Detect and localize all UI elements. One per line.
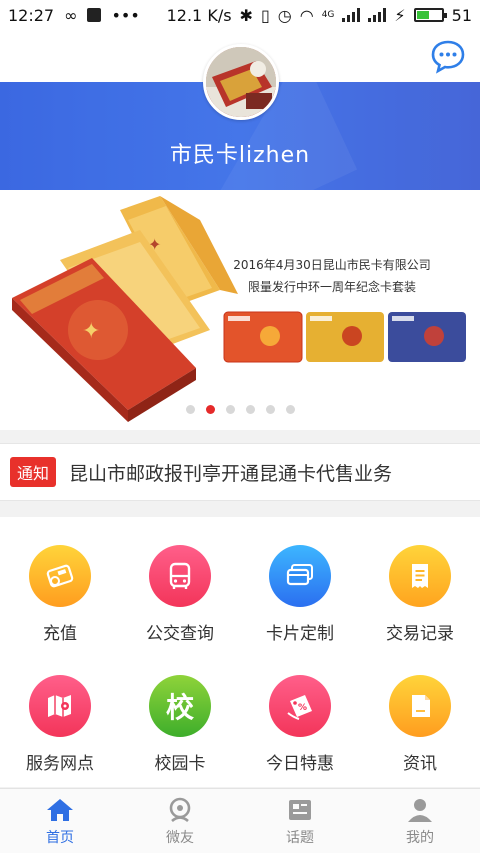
chat-bubble-icon[interactable] <box>430 38 466 74</box>
banner-dot[interactable] <box>225 405 235 414</box>
service-campus[interactable]: 校 校园卡 <box>120 675 240 774</box>
banner-image: ✦ ✦ <box>12 196 466 422</box>
service-label: 公交查询 <box>146 624 214 644</box>
notification-icon <box>87 8 102 22</box>
service-bus[interactable]: 公交查询 <box>120 545 240 644</box>
service-card-custom[interactable]: 卡片定制 <box>240 545 360 644</box>
svg-text:%: % <box>298 703 307 713</box>
friends-icon <box>169 797 191 823</box>
map-icon <box>29 675 91 737</box>
receipt-icon <box>389 545 451 607</box>
campus-glyph: 校 <box>165 691 194 724</box>
service-label: 资讯 <box>403 754 437 774</box>
news-icon <box>389 675 451 737</box>
service-recharge[interactable]: 充值 <box>0 545 120 644</box>
infinity-icon: ∞ <box>64 5 78 25</box>
tab-topics-label: 话题 <box>286 830 314 846</box>
service-label: 充值 <box>43 624 77 644</box>
promo-banner[interactable]: ✦ ✦ 2016年4月30日昆山市民卡有限公司 限量发行中环一周年纪念卡套装 <box>0 190 480 430</box>
banner-pagination[interactable] <box>0 405 480 414</box>
tab-profile[interactable]: 我的 <box>360 789 480 853</box>
signal2-icon <box>368 8 387 22</box>
user-avatar[interactable] <box>203 44 279 120</box>
card-custom-icon <box>269 545 331 607</box>
service-news[interactable]: 资讯 <box>360 675 480 774</box>
recharge-icon <box>29 545 91 607</box>
service-label: 校园卡 <box>154 754 206 774</box>
banner-dot[interactable] <box>205 405 215 414</box>
alarm-icon: ◷ <box>277 5 292 25</box>
banner-line-1: 2016年4月30日昆山市民卡有限公司 <box>233 258 431 272</box>
notice-text[interactable]: 昆山市邮政报刊亭开通昆通卡代售业务 <box>69 459 392 486</box>
signal-icon <box>342 8 361 22</box>
bluetooth-icon: ✱ <box>239 5 253 25</box>
vibrate-icon: ▯ <box>260 5 270 25</box>
banner-dot[interactable] <box>185 405 195 414</box>
service-label: 今日特惠 <box>266 754 334 774</box>
bus-icon <box>149 545 211 607</box>
wifi-icon: ◠ <box>299 5 314 25</box>
more-icon: ••• <box>111 5 140 25</box>
charging-icon: ⚡ <box>394 5 406 25</box>
tab-home-label: 首页 <box>46 830 74 846</box>
network-speed: 12.1 K/s <box>166 5 232 25</box>
status-time: 12:27 <box>8 5 55 25</box>
banner-dot[interactable] <box>265 405 275 414</box>
tab-friends-label: 微友 <box>166 830 194 846</box>
tab-home[interactable]: 首页 <box>0 789 120 853</box>
notice-bar[interactable]: 通知 昆山市邮政报刊亭开通昆通卡代售业务 <box>0 443 480 501</box>
discount-icon: % <box>269 675 331 737</box>
battery-icon <box>413 8 447 22</box>
notice-tag: 通知 <box>10 457 56 487</box>
battery-percent: 51 <box>451 5 472 25</box>
banner-dot[interactable] <box>245 405 255 414</box>
home-icon <box>47 799 73 821</box>
network-type: 4G <box>321 10 335 20</box>
tab-friends[interactable]: 微友 <box>120 789 240 853</box>
campus-icon: 校 <box>149 675 211 737</box>
service-transactions[interactable]: 交易记录 <box>360 545 480 644</box>
username: 市民卡lizhen <box>169 143 311 168</box>
service-label: 卡片定制 <box>266 624 334 644</box>
card-red <box>223 311 303 363</box>
tab-profile-label: 我的 <box>406 830 434 846</box>
card-blue <box>388 312 466 362</box>
tab-topics[interactable]: 话题 <box>240 789 360 853</box>
service-label: 服务网点 <box>26 754 94 774</box>
status-bar: 12:27 ∞ ••• 12.1 K/s ✱ ▯ ◷ ◠ 4G ⚡ 51 <box>0 0 480 30</box>
svg-text:✦: ✦ <box>82 319 100 344</box>
bottom-nav: 首页 微友 话题 我的 <box>0 788 480 853</box>
banner-line-2: 限量发行中环一周年纪念卡套装 <box>247 280 416 294</box>
service-discount[interactable]: % 今日特惠 <box>240 675 360 774</box>
service-grid: 充值 公交查询 卡片定制 交易记录 服务网点 校 校园卡 % 今日特惠 资讯 <box>0 517 480 787</box>
service-outlets[interactable]: 服务网点 <box>0 675 120 774</box>
profile-icon <box>408 799 432 822</box>
banner-dot[interactable] <box>285 405 295 414</box>
service-label: 交易记录 <box>386 624 454 644</box>
topic-icon <box>289 800 311 820</box>
card-gold <box>306 312 384 362</box>
